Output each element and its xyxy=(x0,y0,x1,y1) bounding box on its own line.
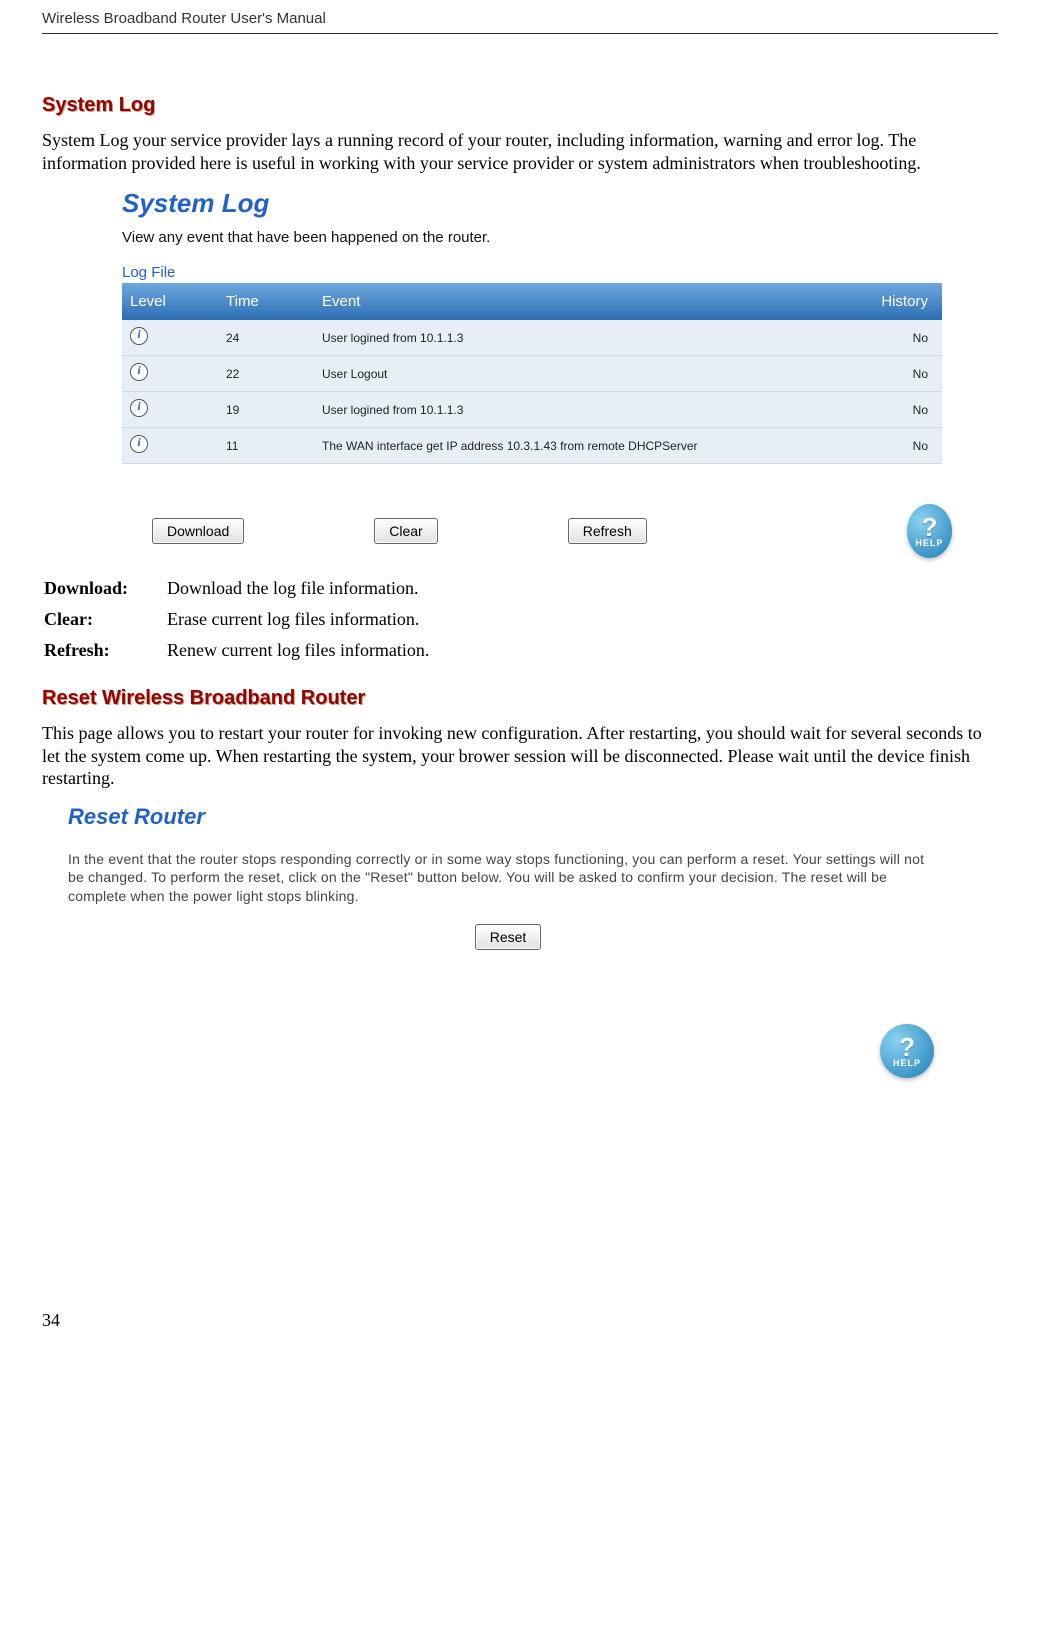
reset-screenshot-title: Reset Router xyxy=(68,804,948,830)
system-log-intro-text: System Log your service provider lays a … xyxy=(42,129,998,174)
col-time: Time xyxy=(218,283,314,320)
cell-history: No xyxy=(840,428,942,464)
help-label: HELP xyxy=(915,538,943,548)
cell-event: The WAN interface get IP address 10.3.1.… xyxy=(314,428,840,464)
table-row: 24 User logined from 10.1.1.3 No xyxy=(122,320,942,356)
download-button[interactable]: Download xyxy=(152,518,244,544)
cell-history: No xyxy=(840,320,942,356)
cell-time: 22 xyxy=(218,356,314,392)
cell-time: 24 xyxy=(218,320,314,356)
cell-history: No xyxy=(840,356,942,392)
help-icon[interactable]: ? HELP xyxy=(907,504,952,558)
info-icon xyxy=(130,399,148,417)
reset-button[interactable]: Reset xyxy=(475,924,542,950)
cell-event: User logined from 10.1.1.3 xyxy=(314,392,840,428)
info-icon xyxy=(130,363,148,381)
table-row: 11 The WAN interface get IP address 10.3… xyxy=(122,428,942,464)
def-clear-value: Erase current log files information. xyxy=(167,605,435,634)
cell-event: User Logout xyxy=(314,356,840,392)
def-download-value: Download the log file information. xyxy=(167,574,435,603)
def-download-key: Download: xyxy=(44,574,165,603)
def-refresh-value: Renew current log files information. xyxy=(167,636,435,665)
screenshot-subtitle: View any event that have been happened o… xyxy=(122,229,952,246)
cell-time: 11 xyxy=(218,428,314,464)
info-icon xyxy=(130,435,148,453)
system-log-screenshot: System Log View any event that have been… xyxy=(122,188,952,558)
reset-intro-text: This page allows you to restart your rou… xyxy=(42,722,998,790)
page-number: 34 xyxy=(42,1310,998,1331)
reset-screenshot-desc: In the event that the router stops respo… xyxy=(68,850,938,907)
log-file-label: Log File xyxy=(122,264,952,281)
log-table: Level Time Event History 24 User logined… xyxy=(122,283,942,464)
reset-router-screenshot: Reset Router In the event that the route… xyxy=(68,804,948,1079)
cell-event: User logined from 10.1.1.3 xyxy=(314,320,840,356)
clear-button[interactable]: Clear xyxy=(374,518,437,544)
refresh-button[interactable]: Refresh xyxy=(568,518,647,544)
def-refresh-key: Refresh: xyxy=(44,636,165,665)
def-clear-key: Clear: xyxy=(44,605,165,634)
help-label: HELP xyxy=(893,1058,921,1068)
section-heading-reset: Reset Wireless Broadband Router xyxy=(42,687,998,710)
cell-history: No xyxy=(840,392,942,428)
table-row: 19 User logined from 10.1.1.3 No xyxy=(122,392,942,428)
definitions-table: Download: Download the log file informat… xyxy=(42,572,437,667)
screenshot-title: System Log xyxy=(122,188,952,219)
info-icon xyxy=(130,327,148,345)
help-question-mark: ? xyxy=(921,514,937,540)
col-level: Level xyxy=(122,283,218,320)
col-event: Event xyxy=(314,283,840,320)
help-question-mark: ? xyxy=(899,1034,915,1060)
cell-time: 19 xyxy=(218,392,314,428)
section-heading-system-log: System Log xyxy=(42,94,998,117)
table-row: 22 User Logout No xyxy=(122,356,942,392)
col-history: History xyxy=(840,283,942,320)
document-header-title: Wireless Broadband Router User's Manual xyxy=(42,10,998,34)
help-icon[interactable]: ? HELP xyxy=(880,1024,934,1078)
